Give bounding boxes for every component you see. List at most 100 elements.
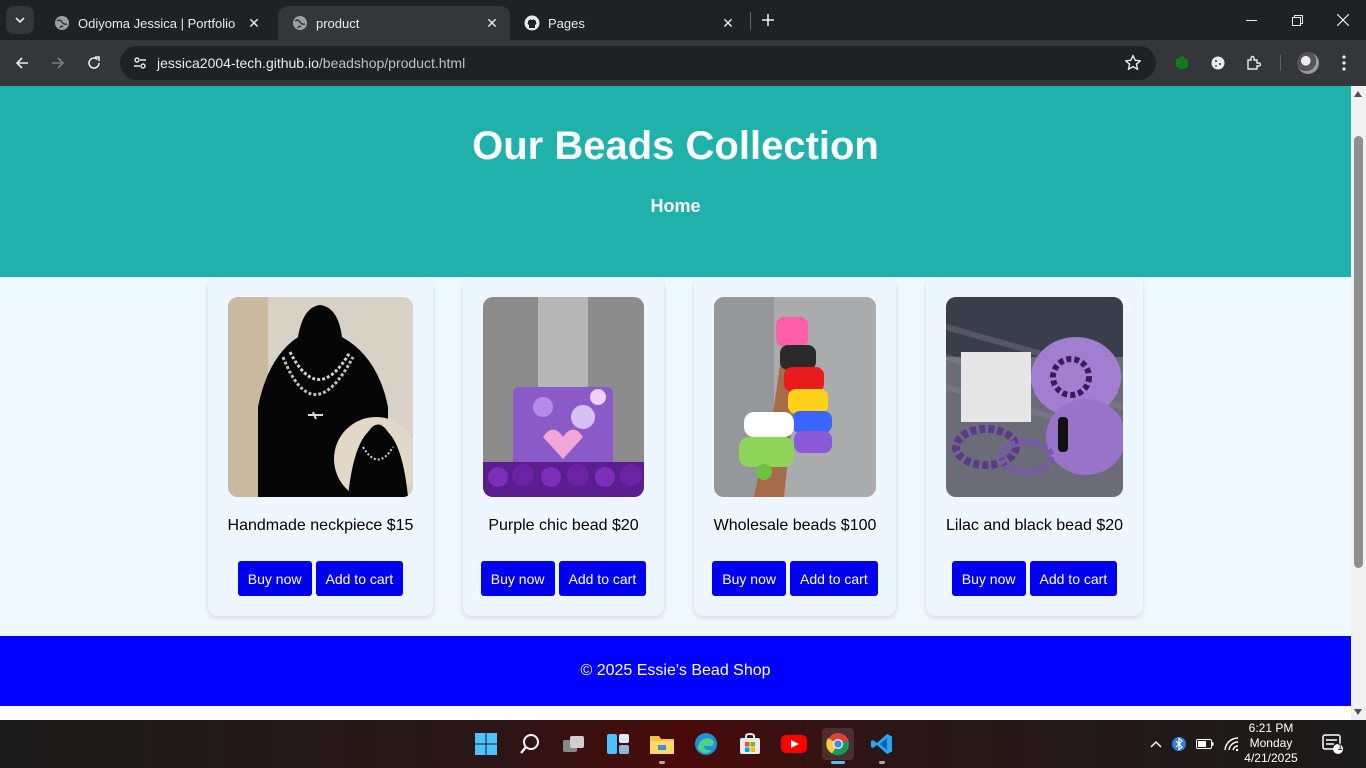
page-title: Our Beads Collection (472, 124, 879, 168)
store-icon (740, 732, 760, 754)
globe-icon (54, 15, 70, 31)
clock-time: 6:21 PM (1248, 721, 1294, 735)
scroll-down-arrow[interactable] (1354, 709, 1362, 715)
product-card: Purple chic bead $20 Buy now Add to cart (463, 277, 664, 616)
tab-separator (750, 12, 751, 30)
extension-green-button[interactable] (1167, 48, 1197, 78)
site-settings-icon[interactable] (128, 51, 152, 75)
forward-button[interactable] (43, 48, 73, 78)
chrome-button[interactable] (822, 728, 854, 764)
vscode-button[interactable] (866, 728, 898, 764)
bookmark-star-icon[interactable] (1122, 52, 1144, 74)
minimize-icon (1245, 19, 1257, 21)
notification-center-button[interactable]: 1 (1322, 734, 1344, 754)
restore-button[interactable] (1274, 0, 1320, 40)
youtube-button[interactable] (778, 728, 810, 760)
scroll-up-arrow[interactable] (1354, 91, 1362, 97)
reload-icon (88, 56, 100, 69)
site-header: Our Beads Collection Home (0, 86, 1351, 277)
reload-button[interactable] (79, 48, 109, 78)
tab-pages[interactable]: Pages ✕ (510, 6, 746, 40)
close-icon[interactable]: ✕ (718, 13, 738, 33)
close-icon[interactable]: ✕ (482, 13, 502, 33)
active-indicator (831, 761, 845, 764)
system-tray (1146, 720, 1244, 768)
add-to-cart-button[interactable]: Add to cart (1029, 561, 1118, 596)
file-explorer-button[interactable] (646, 728, 678, 764)
minimize-button[interactable] (1228, 0, 1274, 40)
product-grid: Handmade neckpiece $15 Buy now Add to ca… (0, 277, 1351, 636)
chevron-up-icon[interactable] (1146, 740, 1166, 748)
youtube-icon (781, 735, 807, 753)
page-scrollbar[interactable] (1351, 86, 1366, 720)
site-footer: © 2025 Essie's Bead Shop (0, 636, 1351, 706)
chevron-down-icon (15, 17, 25, 24)
buy-now-button[interactable]: Buy now (237, 561, 312, 596)
start-button[interactable] (470, 728, 502, 760)
profile-avatar[interactable] (1297, 52, 1319, 74)
extensions-button[interactable] (1239, 48, 1269, 78)
taskbar-clock[interactable]: 6:21 PM Monday 4/21/2025 (1240, 721, 1302, 766)
close-icon (1337, 14, 1349, 26)
browser-toolbar: jessica2004-tech.github.io/beadshop/prod… (0, 40, 1366, 86)
task-view-button[interactable] (558, 728, 590, 760)
product-name: Lilac and black bead $20 (945, 517, 1124, 534)
edge-button[interactable] (690, 728, 722, 760)
tab-portfolio[interactable]: Odiyoma Jessica | Portfolio ✕ (40, 6, 272, 40)
add-to-cart-button[interactable]: Add to cart (790, 561, 878, 596)
tab-title: product (316, 15, 360, 31)
toolbar-divider (1280, 55, 1281, 71)
tab-strip: Odiyoma Jessica | Portfolio ✕ product ✕ … (0, 0, 1366, 40)
menu-button[interactable] (1329, 48, 1359, 78)
buy-now-button[interactable]: Buy now (951, 561, 1026, 596)
extension-green-icon (1176, 56, 1188, 70)
buy-now-button[interactable]: Buy now (480, 561, 555, 596)
purple-bead-photo (483, 297, 644, 497)
product-name: Handmade neckpiece $15 (227, 517, 414, 534)
necklace-photo (228, 297, 413, 497)
tab-search-button[interactable] (6, 6, 34, 34)
extension-cookie-button[interactable] (1203, 48, 1233, 78)
cookie-icon (1211, 56, 1225, 70)
task-view-icon (563, 736, 584, 752)
arrow-left-icon (15, 57, 28, 69)
restore-icon (1291, 14, 1303, 26)
address-bar[interactable]: jessica2004-tech.github.io/beadshop/prod… (120, 46, 1156, 80)
notification-count: 1 (1337, 742, 1343, 752)
back-button[interactable] (7, 48, 37, 78)
url-path: /beadshop/product.html (318, 55, 466, 71)
widgets-button[interactable] (602, 728, 634, 760)
product-card: Wholesale beads $100 Buy now Add to cart (694, 277, 896, 616)
bluetooth-icon[interactable] (1166, 736, 1192, 752)
tab-title: Odiyoma Jessica | Portfolio (78, 15, 236, 31)
buy-now-button[interactable]: Buy now (712, 561, 786, 596)
url-host: jessica2004-tech.github.io (157, 55, 319, 71)
search-button[interactable] (514, 728, 546, 760)
add-to-cart-button[interactable]: Add to cart (315, 561, 404, 596)
close-window-button[interactable] (1320, 0, 1366, 40)
globe-icon (292, 15, 308, 31)
close-icon[interactable]: ✕ (244, 13, 264, 33)
edge-icon (695, 733, 717, 755)
add-to-cart-button[interactable]: Add to cart (558, 561, 647, 596)
new-tab-button[interactable] (756, 8, 780, 32)
tab-title: Pages (548, 15, 585, 31)
url-text: jessica2004-tech.github.io/beadshop/prod… (157, 55, 465, 71)
search-icon (520, 734, 539, 754)
nav-home-link[interactable]: Home (0, 196, 1351, 217)
windows-taskbar: 6:21 PM Monday 4/21/2025 1 (0, 720, 1366, 768)
store-button[interactable] (734, 728, 766, 760)
scrollbar-thumb[interactable] (1354, 136, 1363, 568)
widgets-icon (607, 734, 629, 754)
battery-icon[interactable] (1192, 739, 1218, 749)
product-card: Handmade neckpiece $15 Buy now Add to ca… (208, 277, 433, 616)
running-indicator (879, 761, 885, 764)
clock-date: 4/21/2025 (1244, 751, 1298, 765)
page-viewport: Our Beads Collection Home Handmade neckp… (0, 86, 1351, 720)
clock-day: Monday (1249, 736, 1293, 750)
arrow-right-icon (52, 57, 65, 69)
product-name: Wholesale beads $100 (713, 517, 877, 534)
vscode-icon (871, 734, 892, 754)
tab-product[interactable]: product ✕ (278, 6, 510, 40)
colorful-bracelets-photo (714, 297, 876, 497)
